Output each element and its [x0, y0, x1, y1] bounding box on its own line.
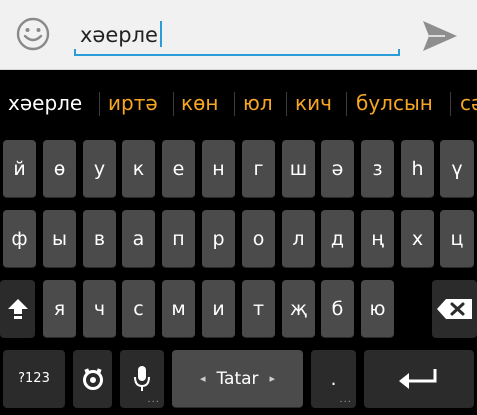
voice-key-hint: ...: [147, 394, 160, 405]
language-label: Tatar: [216, 369, 259, 389]
input-underline: [74, 49, 400, 56]
key-х[interactable]: х: [401, 210, 434, 268]
key-н[interactable]: н: [202, 140, 235, 198]
key-у[interactable]: у: [83, 140, 116, 198]
keyboard: й ө у к е н г ш ә з һ ү ф ы в а п р о л …: [0, 136, 477, 415]
key-в[interactable]: в: [83, 210, 116, 268]
settings-key[interactable]: [73, 350, 112, 408]
period-key[interactable]: . ...: [311, 350, 356, 408]
key-ш[interactable]: ш: [282, 140, 315, 198]
backspace-icon: [436, 298, 472, 319]
settings-icon: [82, 367, 103, 390]
smiley-icon[interactable]: [15, 16, 51, 52]
key-б[interactable]: б: [321, 280, 354, 338]
compose-bar: хәерле: [0, 0, 477, 70]
suggestion-0[interactable]: хәерле: [8, 90, 82, 116]
enter-key[interactable]: [364, 350, 474, 408]
key-ы[interactable]: ы: [43, 210, 76, 268]
suggestion-6[interactable]: сәгать: [460, 90, 477, 116]
backspace-key[interactable]: [432, 280, 477, 338]
key-ө[interactable]: ө: [43, 140, 76, 198]
key-л[interactable]: л: [282, 210, 315, 268]
text-caret: [159, 21, 162, 47]
message-input-text: хәерле: [80, 23, 158, 47]
symbols-key[interactable]: ?123: [3, 350, 65, 408]
microphone-icon: [134, 365, 150, 391]
key-п[interactable]: п: [162, 210, 195, 268]
suggestion-divider: [450, 92, 451, 116]
suggestion-divider: [234, 92, 235, 116]
key-ң[interactable]: ң: [361, 210, 394, 268]
key-р[interactable]: р: [202, 210, 235, 268]
key-й[interactable]: й: [3, 140, 36, 198]
key-т[interactable]: т: [242, 280, 275, 338]
suggestion-4[interactable]: кич: [295, 90, 332, 116]
key-ч[interactable]: ч: [83, 280, 116, 338]
suggestion-strip: хәерле иртә көн юл кич булсын сәгать: [0, 70, 477, 136]
shift-key[interactable]: [0, 280, 35, 338]
suggestion-3[interactable]: юл: [243, 90, 273, 116]
key-с[interactable]: с: [122, 280, 155, 338]
screen: хәерле хәерле иртә көн юл кич булсын сәг…: [0, 0, 477, 415]
send-icon[interactable]: [421, 18, 459, 54]
key-җ[interactable]: җ: [282, 280, 315, 338]
key-г[interactable]: г: [242, 140, 275, 198]
voice-key[interactable]: ...: [120, 350, 164, 408]
suggestion-divider: [99, 92, 100, 116]
shift-icon: [7, 298, 28, 319]
key-е[interactable]: е: [162, 140, 195, 198]
space-key[interactable]: ◂ Tatar ▸: [172, 350, 303, 408]
key-ү[interactable]: ү: [440, 140, 474, 198]
suggestion-divider: [286, 92, 287, 116]
key-д[interactable]: д: [321, 210, 354, 268]
key-һ[interactable]: һ: [401, 140, 434, 198]
key-з[interactable]: з: [361, 140, 394, 198]
key-ц[interactable]: ц: [440, 210, 474, 268]
enter-icon: [399, 368, 437, 389]
message-input[interactable]: хәерле: [74, 18, 400, 58]
key-о[interactable]: о: [242, 210, 275, 268]
suggestion-divider: [346, 92, 347, 116]
key-я[interactable]: я: [43, 280, 76, 338]
key-и[interactable]: и: [202, 280, 235, 338]
key-к[interactable]: к: [122, 140, 155, 198]
key-м[interactable]: м: [162, 280, 195, 338]
key-ф[interactable]: ф: [3, 210, 36, 268]
suggestion-1[interactable]: иртә: [108, 90, 158, 116]
language-next-icon: ▸: [269, 372, 275, 385]
key-ю[interactable]: ю: [361, 280, 394, 338]
key-ә[interactable]: ә: [321, 140, 354, 198]
key-а[interactable]: а: [122, 210, 155, 268]
suggestion-5[interactable]: булсын: [356, 90, 433, 116]
period-key-hint: ...: [339, 394, 352, 405]
suggestion-divider: [173, 92, 174, 116]
suggestion-2[interactable]: көн: [181, 90, 218, 116]
period-label: .: [330, 368, 337, 390]
